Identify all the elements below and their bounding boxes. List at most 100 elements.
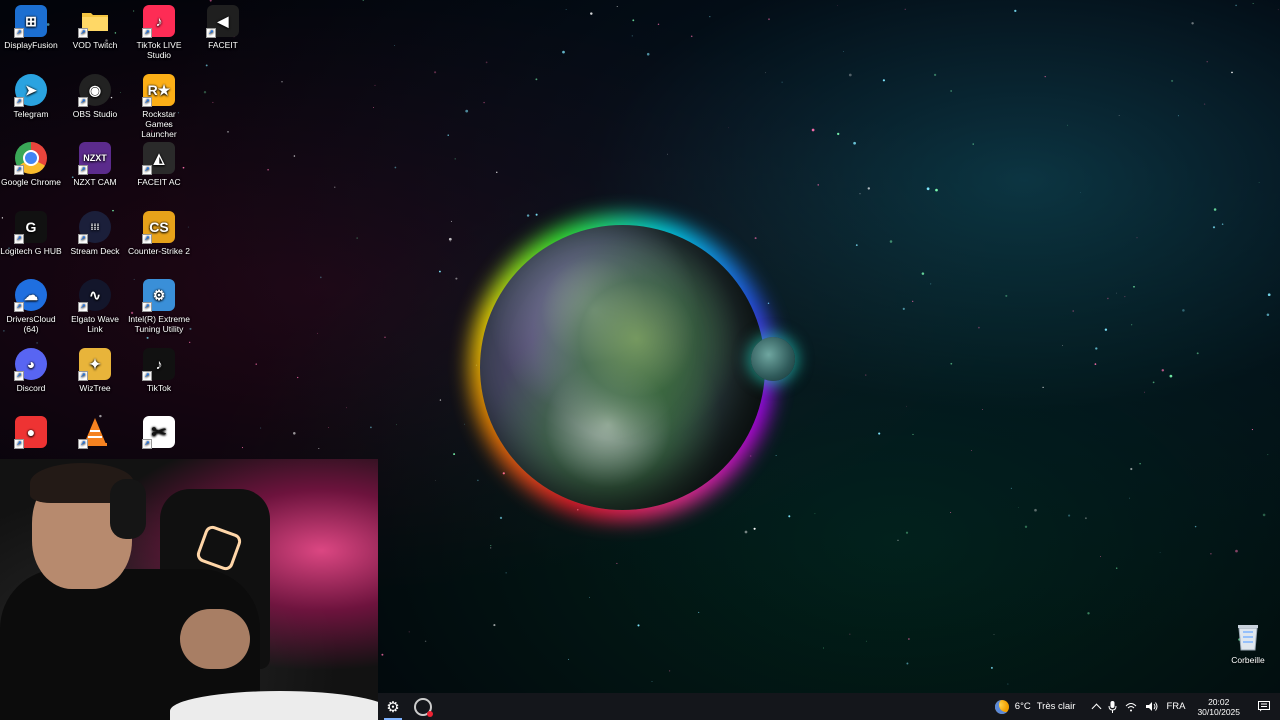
taskbar-app-recorder[interactable] [408,693,438,720]
desktop-icon[interactable]: ☁ ↗ DriversCloud (64) [0,279,62,334]
star [502,472,505,475]
stream-deck-icon: ⁞⁞⁞ ↗ [78,210,111,244]
volume-icon [1146,702,1158,711]
desktop-icon[interactable]: ↗ Google Chrome [0,142,62,187]
star [496,171,498,173]
desktop-icon[interactable]: NZXT ↗ NZXT CAM [64,142,126,187]
star [1206,61,1208,63]
desktop-icon[interactable]: ◕ ↗ Discord [0,347,62,393]
star [754,237,757,240]
clock-button[interactable]: 20:02 30/10/2025 [1189,697,1248,717]
star [1068,514,1071,517]
taskbar-app-settings[interactable]: ⚙ [378,693,408,720]
shortcut-arrow-icon: ↗ [142,28,152,38]
star [1171,79,1174,82]
desktop-icon[interactable]: ✂ ↗ [128,416,190,451]
star [990,666,993,669]
star [381,653,384,656]
star [753,527,756,530]
desktop-icon[interactable]: ⊞ ↗ DisplayFusion [0,5,62,50]
shortcut-arrow-icon: ↗ [14,370,24,381]
star [485,61,488,64]
star [1124,296,1126,298]
star [709,15,711,18]
desktop-icon[interactable]: ◭ ↗ FACEIT AC [128,142,190,187]
star [978,326,980,329]
star [950,362,953,365]
star [1005,294,1008,297]
star [908,638,910,640]
star [464,423,465,425]
desktop-icon[interactable]: CS ↗ Counter-Strike 2 [128,210,190,256]
star [814,513,816,515]
recycle-bin[interactable]: Corbeille [1218,622,1278,665]
star [1251,429,1253,431]
star [950,511,952,514]
notifications-button[interactable] [1248,693,1280,720]
star [1277,9,1279,11]
desktop-icon[interactable]: ◉ ↗ OBS Studio [64,73,126,119]
star [241,447,244,449]
desktop-icon[interactable]: ♪ ↗ TikTok [128,347,190,393]
webcam-overlay [0,459,378,720]
star [1100,556,1101,557]
star [767,302,770,305]
desktop-icon[interactable]: ◀ ↗ FACEIT [192,5,254,50]
star [768,18,770,21]
star [448,237,452,241]
star [811,128,815,132]
shortcut-arrow-icon: ↗ [142,165,152,175]
desktop-icon[interactable]: ● ↗ [0,416,62,451]
desktop-icon-label: DriversCloud (64) [6,314,56,334]
star [146,336,149,339]
desktop-icon-label: Stream Deck [70,245,120,256]
desktop-icon[interactable]: ↗ VOD Twitch [64,5,126,50]
desktop-icon-label: NZXT CAM [73,177,117,187]
star [981,408,983,410]
star [935,188,938,192]
webcam-person-hand [180,609,250,669]
star [912,433,914,435]
wiztree-icon: ✦ ↗ [78,347,111,381]
desktop-icon[interactable]: ✦ ↗ WizTree [64,347,126,393]
star [562,50,565,54]
star [930,283,932,285]
weather-condition: Très clair [1036,701,1076,712]
star [1194,525,1197,528]
desktop-icon-label: Logitech G HUB [0,245,62,256]
star [454,158,456,160]
desktop-icon-label: Telegram [13,108,49,119]
desktop-icon[interactable]: ➤ ↗ Telegram [0,73,62,119]
star [1231,71,1233,74]
star [588,596,590,598]
language-indicator[interactable]: FRA [1162,693,1189,720]
star [902,307,905,310]
star [1221,223,1224,225]
star [1034,508,1037,512]
star [1115,567,1118,569]
desktop-icon[interactable]: ♪ ↗ TikTok LIVE Studio [128,5,190,60]
desktop-icon[interactable]: R★ ↗ Rockstar Games Launcher [128,73,190,139]
desktop-icon[interactable]: ∿ ↗ Elgato Wave Link [64,279,126,334]
desktop-icon[interactable]: ⁞⁞⁞ ↗ Stream Deck [64,210,126,256]
chrome-icon: ↗ [14,142,47,175]
star [889,240,893,243]
faceit-ac-icon: ◭ ↗ [142,142,175,175]
desktop-icon[interactable]: ⚙ ↗ Intel(R) Extreme Tuning Utility [128,279,190,334]
star [1262,513,1266,517]
star [465,109,469,113]
star [690,35,693,38]
shortcut-arrow-icon: ↗ [142,96,152,107]
desktop-icon[interactable]: G ↗ Logitech G HUB [0,210,62,256]
volume-button[interactable] [1141,693,1162,720]
weather-widget[interactable]: 6°C Très clair [991,693,1080,720]
taskbar: ⚙ 6°C Très clair FRA 20:02 30/10/2025 [378,693,1280,720]
recycle-bin-label: Corbeille [1231,655,1265,665]
show-hidden-icons-button[interactable] [1089,693,1104,720]
star [334,186,336,188]
desktop-icon-label: Elgato Wave Link [71,314,119,334]
desktop-icon[interactable]: ↗ [64,416,126,451]
wallpaper-moon [751,337,795,381]
network-button[interactable] [1121,693,1141,720]
microphone-button[interactable] [1104,693,1121,720]
